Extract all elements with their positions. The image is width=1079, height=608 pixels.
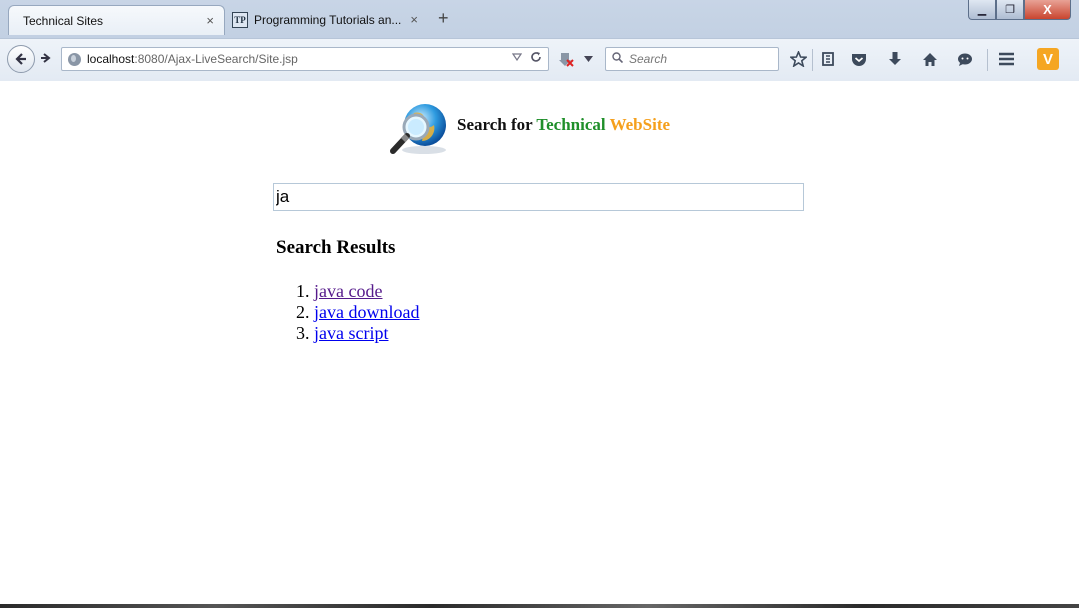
bookmark-star-icon xyxy=(790,51,807,67)
download-button[interactable] xyxy=(888,47,902,71)
download-blocked-icon xyxy=(559,53,574,67)
back-arrow-icon xyxy=(15,53,26,65)
page-content: Search for Technical WebSite Search Resu… xyxy=(0,81,1079,601)
menu-button[interactable] xyxy=(998,47,1015,71)
toolbar-separator xyxy=(987,49,988,71)
navigation-bar: localhost:8080/Ajax-LiveSearch/Site.jsp … xyxy=(0,38,1079,81)
list-item: java script xyxy=(314,323,419,344)
results-list: java code java download java script xyxy=(276,281,419,344)
result-link-java-code[interactable]: java code xyxy=(314,281,382,301)
list-item: java code xyxy=(314,281,419,302)
result-link-java-download[interactable]: java download xyxy=(314,302,419,322)
tab-label: Programming Tutorials an... xyxy=(254,13,402,27)
tab-close-icon[interactable]: × xyxy=(410,12,418,27)
back-forward-group xyxy=(7,45,61,73)
results-heading: Search Results xyxy=(276,237,396,258)
tab-programming-tutorials[interactable]: TP Programming Tutorials an... × xyxy=(228,5,428,35)
home-icon xyxy=(923,52,937,66)
reload-icon[interactable] xyxy=(530,51,542,63)
browser-search-field[interactable]: Search xyxy=(605,47,779,71)
search-placeholder: Search xyxy=(629,52,668,66)
favicon-icon: TP xyxy=(232,12,248,28)
minimize-button[interactable]: ▁ xyxy=(968,0,996,20)
globe-icon xyxy=(68,52,81,66)
url-actions xyxy=(512,51,542,63)
magnifier-globe-logo xyxy=(390,104,446,154)
list-item: java download xyxy=(314,302,419,323)
tab-label: Technical Sites xyxy=(23,13,104,28)
menu-icon xyxy=(999,52,1014,66)
window-controls: ▁ ❐ X xyxy=(968,0,1071,20)
home-button[interactable] xyxy=(922,47,938,71)
tab-technical-sites[interactable]: Technical Sites × xyxy=(8,5,225,35)
search-icon xyxy=(612,52,624,66)
forward-button[interactable] xyxy=(39,52,51,67)
url-text[interactable]: localhost:8080/Ajax-LiveSearch/Site.jsp xyxy=(87,52,298,66)
browser-chrome: Technical Sites × TP Programming Tutoria… xyxy=(0,0,1079,81)
pocket-button[interactable] xyxy=(851,47,867,71)
result-link-java-script[interactable]: java script xyxy=(314,323,388,343)
extension-button[interactable]: V xyxy=(1037,47,1059,71)
vivaldi-icon: V xyxy=(1037,48,1059,70)
title-website: WebSite xyxy=(609,115,671,134)
bookmark-star-button[interactable] xyxy=(790,47,807,71)
maximize-button[interactable]: ❐ xyxy=(996,0,1024,20)
page-title: Search for Technical WebSite xyxy=(457,115,670,135)
close-window-button[interactable]: X xyxy=(1024,0,1071,20)
url-host: localhost xyxy=(87,52,135,66)
url-path: :8080/Ajax-LiveSearch/Site.jsp xyxy=(134,52,298,66)
back-button[interactable] xyxy=(7,45,35,73)
download-icon xyxy=(889,52,901,65)
pocket-icon xyxy=(852,53,866,66)
address-bar[interactable]: localhost:8080/Ajax-LiveSearch/Site.jsp xyxy=(61,47,549,71)
title-prefix: Search for xyxy=(457,115,533,134)
reading-list-icon xyxy=(822,52,834,66)
dropdown-arrow-icon[interactable] xyxy=(512,53,522,61)
chat-icon xyxy=(958,53,972,66)
taskbar-edge xyxy=(0,604,1079,608)
tab-strip: Technical Sites × TP Programming Tutoria… xyxy=(0,0,1079,38)
toolbar-separator xyxy=(812,49,813,71)
new-tab-button[interactable]: + xyxy=(438,8,449,29)
forward-arrow-icon xyxy=(41,52,51,63)
reading-list-button[interactable] xyxy=(820,47,836,71)
live-search-input[interactable] xyxy=(273,183,804,211)
page-action-button[interactable] xyxy=(558,47,574,71)
title-technical: Technical xyxy=(536,115,606,134)
chevron-down-icon xyxy=(584,56,593,62)
page-action-dropdown[interactable] xyxy=(584,47,593,71)
tab-close-icon[interactable]: × xyxy=(206,13,214,28)
chat-button[interactable] xyxy=(957,47,973,71)
